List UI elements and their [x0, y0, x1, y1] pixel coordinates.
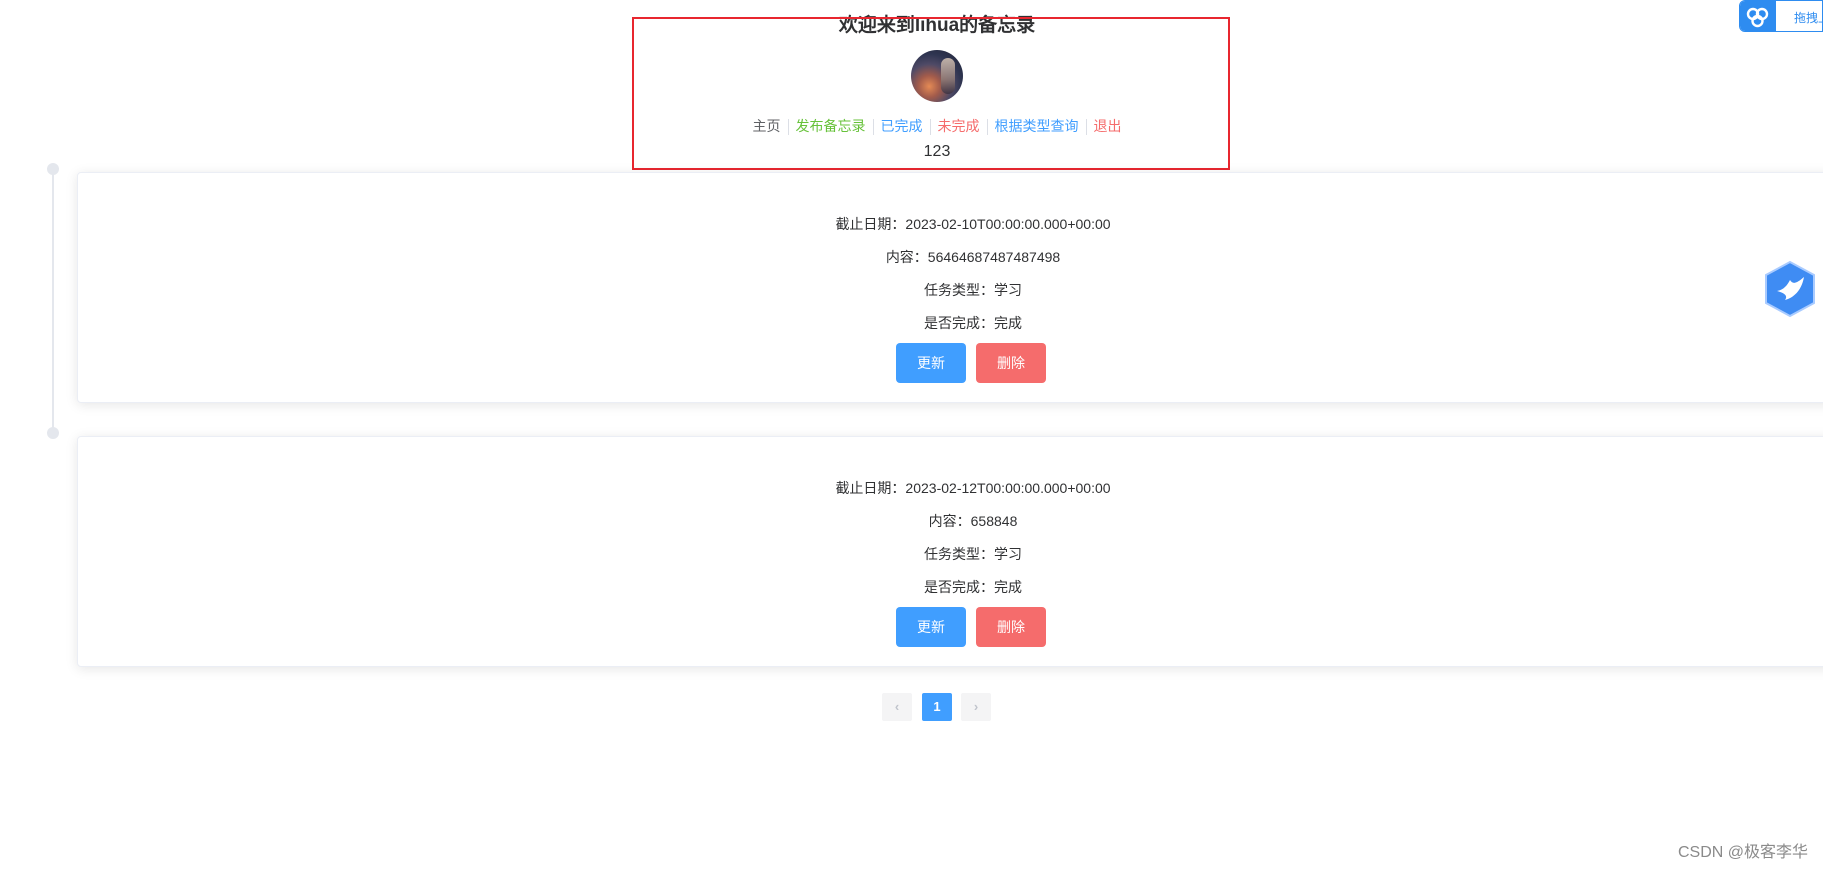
nav-menu: 主页 发布备忘录 已完成 未完成 根据类型查询 退出 [0, 117, 1823, 136]
nav-item-logout[interactable]: 退出 [1087, 117, 1129, 135]
delete-button[interactable]: 删除 [976, 343, 1046, 383]
timeline-dot [47, 163, 59, 175]
memo-done: 是否完成：完成 [924, 315, 1022, 331]
nav-item-publish[interactable]: 发布备忘录 [789, 117, 873, 135]
nav-item-completed[interactable]: 已完成 [874, 117, 930, 135]
update-button[interactable]: 更新 [896, 607, 966, 647]
pagination-next-button[interactable]: › [961, 693, 991, 721]
memo-type: 任务类型：学习 [924, 282, 1022, 298]
nav-item-uncompleted[interactable]: 未完成 [931, 117, 987, 135]
memo-card: 截止日期：2023-02-12T00:00:00.000+00:00 内容：65… [77, 436, 1823, 667]
memo-card: 截止日期：2023-02-10T00:00:00.000+00:00 内容：56… [77, 172, 1823, 403]
cloud-widget-label: 拖拽上 [1794, 11, 1822, 25]
memo-content: 内容：658848 [928, 513, 1018, 529]
watermark: CSDN @极客李华 [1677, 844, 1808, 861]
memo-content: 内容：56464687487487498 [885, 249, 1061, 265]
bird-icon[interactable] [1763, 260, 1817, 318]
nav-item-query-by-type[interactable]: 根据类型查询 [988, 117, 1086, 135]
nav-item-home[interactable]: 主页 [746, 117, 788, 135]
pagination-page-1[interactable]: 1 [922, 693, 952, 721]
memo-deadline: 截止日期：2023-02-12T00:00:00.000+00:00 [835, 480, 1111, 496]
update-button[interactable]: 更新 [896, 343, 966, 383]
cloud-icon [1740, 1, 1776, 31]
timeline-line [52, 170, 54, 434]
user-id: 123 [923, 143, 951, 160]
pagination-prev-button[interactable]: ‹ [882, 693, 912, 721]
timeline-dot [47, 427, 59, 439]
memo-deadline: 截止日期：2023-02-10T00:00:00.000+00:00 [835, 216, 1111, 232]
memo-done: 是否完成：完成 [924, 579, 1022, 595]
avatar[interactable] [911, 50, 963, 102]
delete-button[interactable]: 删除 [976, 607, 1046, 647]
memo-type: 任务类型：学习 [924, 546, 1022, 562]
cloud-upload-widget[interactable]: 拖拽上 [1739, 0, 1823, 32]
